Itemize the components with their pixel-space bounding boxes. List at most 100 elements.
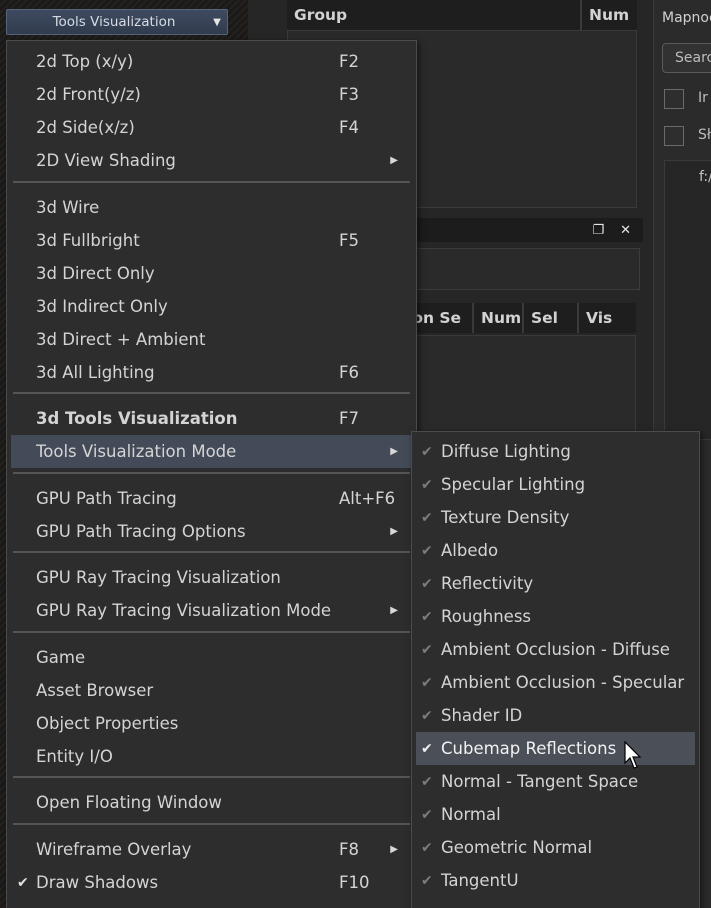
checkmark-icon: ✔ <box>421 542 433 559</box>
panel-title: Mapnoc <box>662 10 711 26</box>
submenu-item-label: Ambient Occlusion - Specular <box>441 673 685 692</box>
checkbox-1-label: Ir <box>698 90 708 106</box>
menu-separator <box>13 472 410 474</box>
submenu-item-ao-specular[interactable]: ✔ Ambient Occlusion - Specular <box>416 666 695 699</box>
menu-item-shortcut: F8 <box>339 840 359 859</box>
checkbox-1[interactable] <box>664 89 684 109</box>
submenu-item-normal-tangent-space[interactable]: ✔ Normal - Tangent Space <box>416 765 695 798</box>
submenu-item-ao-diffuse[interactable]: ✔ Ambient Occlusion - Diffuse <box>416 633 695 666</box>
menu-item-gpu-path-tracing-options[interactable]: GPU Path Tracing Options ▶ <box>11 515 412 548</box>
submenu-arrow-icon: ▶ <box>390 605 398 616</box>
submenu-item-label: Diffuse Lighting <box>441 442 571 461</box>
menu-item-shortcut: F5 <box>339 231 359 250</box>
checkbox-2[interactable] <box>664 126 684 146</box>
submenu-item-label: Roughness <box>441 607 532 626</box>
submenu-arrow-icon: ▶ <box>390 526 398 537</box>
menu-item-gpu-ray-tracing-visualization[interactable]: GPU Ray Tracing Visualization <box>11 561 412 594</box>
menu-item-open-floating-window[interactable]: Open Floating Window <box>11 786 412 819</box>
submenu-arrow-icon: ▶ <box>390 446 398 457</box>
menu-item-asset-browser[interactable]: Asset Browser <box>11 674 412 707</box>
checkmark-icon: ✔ <box>421 839 433 856</box>
checkmark-icon: ✔ <box>17 874 29 891</box>
menu-item-3d-all-lighting[interactable]: 3d All Lighting F6 <box>11 356 412 389</box>
column-num[interactable]: Num <box>582 0 637 30</box>
chevron-down-icon: ▼ <box>213 16 221 28</box>
selection-grid <box>400 335 636 435</box>
search-input[interactable]: Searc <box>662 43 711 73</box>
checkmark-icon: ✔ <box>421 641 433 658</box>
tree-node[interactable]: f:/ <box>699 169 711 185</box>
checkmark-icon: ✔ <box>421 806 433 823</box>
menu-item-tools-visualization-mode[interactable]: Tools Visualization Mode ▶ <box>11 435 412 468</box>
menu-item-shortcut: F6 <box>339 363 359 382</box>
checkmark-icon: ✔ <box>421 476 433 493</box>
checkmark-icon: ✔ <box>421 608 433 625</box>
column-vis[interactable]: Vis <box>579 303 636 333</box>
menu-item-label: Entity I/O <box>36 747 113 766</box>
menu-item-label: Game <box>36 648 86 667</box>
submenu-item-label: TangentU <box>441 871 519 890</box>
visualization-dropdown[interactable]: Tools Visualization ▼ <box>6 9 228 35</box>
close-icon[interactable]: ✕ <box>620 223 631 238</box>
menu-item-3d-direct-ambient[interactable]: 3d Direct + Ambient <box>11 323 412 356</box>
submenu-item-tangentu[interactable]: ✔ TangentU <box>416 864 695 897</box>
menu-item-label: 3d Direct + Ambient <box>36 330 206 349</box>
menu-item-3d-indirect-only[interactable]: 3d Indirect Only <box>11 290 412 323</box>
submenu-arrow-icon: ▶ <box>390 844 398 855</box>
menu-item-shortcut: F2 <box>339 52 359 71</box>
menu-item-label: GPU Path Tracing Options <box>36 522 246 541</box>
selection-grid-header: ion Se Num Sel Vis <box>400 303 636 333</box>
submenu-item-cubemap-reflections[interactable]: ✔ Cubemap Reflections <box>416 732 695 765</box>
menu-item-3d-direct-only[interactable]: 3d Direct Only <box>11 257 412 290</box>
menu-item-gpu-ray-tracing-visualization-mode[interactable]: GPU Ray Tracing Visualization Mode ▶ <box>11 594 412 627</box>
submenu-item-normal[interactable]: ✔ Normal <box>416 798 695 831</box>
checkmark-icon: ✔ <box>421 872 433 889</box>
column-num[interactable]: Num <box>474 303 524 333</box>
submenu-item-geometric-normal[interactable]: ✔ Geometric Normal <box>416 831 695 864</box>
menu-item-3d-wire[interactable]: 3d Wire <box>11 191 412 224</box>
submenu-item-specular-lighting[interactable]: ✔ Specular Lighting <box>416 468 695 501</box>
groups-grid-header: Group Num <box>287 0 637 30</box>
menu-item-label: 2d Top (x/y) <box>36 52 134 71</box>
tools-visualization-mode-submenu: ✔ Diffuse Lighting ✔ Specular Lighting ✔… <box>411 431 700 908</box>
menu-item-draw-shadows[interactable]: ✔ Draw Shadows F10 <box>11 866 412 899</box>
menu-separator <box>13 631 410 633</box>
column-sel[interactable]: Sel <box>524 303 579 333</box>
menu-item-label: GPU Path Tracing <box>36 489 177 508</box>
restore-icon[interactable]: ❐ <box>592 223 604 238</box>
menu-item-2d-view-shading[interactable]: 2D View Shading ▶ <box>11 144 412 177</box>
submenu-item-texture-density[interactable]: ✔ Texture Density <box>416 501 695 534</box>
checkmark-icon: ✔ <box>421 575 433 592</box>
menu-item-label: 2D View Shading <box>36 151 176 170</box>
column-group[interactable]: Group <box>287 0 582 30</box>
menu-item-label: 3d Fullbright <box>36 231 140 250</box>
submenu-item-label: Normal <box>441 805 501 824</box>
menu-separator <box>13 551 410 553</box>
menu-item-label: 3d Indirect Only <box>36 297 168 316</box>
checkmark-icon: ✔ <box>421 674 433 691</box>
submenu-item-roughness[interactable]: ✔ Roughness <box>416 600 695 633</box>
menu-item-2d-side[interactable]: 2d Side(x/z) F4 <box>11 111 412 144</box>
menu-item-label: Draw Shadows <box>36 873 159 892</box>
checkmark-icon: ✔ <box>421 443 433 460</box>
menu-item-label: 3d Tools Visualization <box>36 409 238 428</box>
menu-item-shortcut: F4 <box>339 118 359 137</box>
menu-item-label: Tools Visualization Mode <box>36 442 237 461</box>
submenu-item-shader-id[interactable]: ✔ Shader ID <box>416 699 695 732</box>
menu-item-shortcut: F7 <box>339 409 359 428</box>
menu-item-label: Asset Browser <box>36 681 154 700</box>
submenu-item-reflectivity[interactable]: ✔ Reflectivity <box>416 567 695 600</box>
menu-separator <box>13 392 410 394</box>
menu-item-2d-top[interactable]: 2d Top (x/y) F2 <box>11 45 412 78</box>
submenu-item-albedo[interactable]: ✔ Albedo <box>416 534 695 567</box>
menu-item-3d-tools-visualization[interactable]: 3d Tools Visualization F7 <box>11 402 412 435</box>
menu-item-wireframe-overlay[interactable]: Wireframe Overlay F8 ▶ <box>11 833 412 866</box>
menu-item-entity-io[interactable]: Entity I/O <box>11 740 412 773</box>
submenu-item-diffuse-lighting[interactable]: ✔ Diffuse Lighting <box>416 435 695 468</box>
menu-item-3d-fullbright[interactable]: 3d Fullbright F5 <box>11 224 412 257</box>
menu-item-2d-front[interactable]: 2d Front(y/z) F3 <box>11 78 412 111</box>
submenu-item-label: Ambient Occlusion - Diffuse <box>441 640 670 659</box>
menu-item-game[interactable]: Game <box>11 641 412 674</box>
menu-item-gpu-path-tracing[interactable]: GPU Path Tracing Alt+F6 <box>11 482 412 515</box>
menu-item-object-properties[interactable]: Object Properties <box>11 707 412 740</box>
